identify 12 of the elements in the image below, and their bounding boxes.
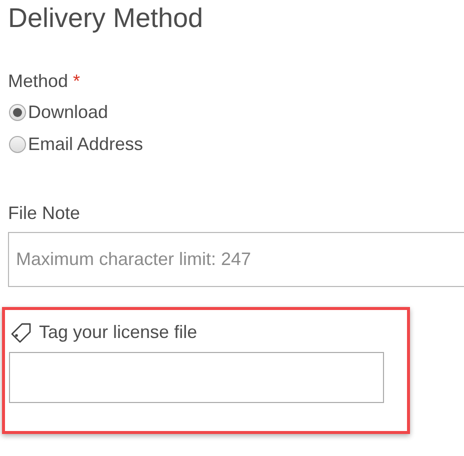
radio-label[interactable]: Email Address bbox=[28, 132, 144, 156]
radio-label[interactable]: Download bbox=[28, 100, 108, 124]
field-label: Tag your license file bbox=[39, 321, 198, 344]
field-label: File Note bbox=[8, 202, 82, 225]
required-mark: * bbox=[73, 70, 80, 93]
tag-icon bbox=[9, 321, 33, 343]
radio-button[interactable] bbox=[9, 104, 26, 120]
radio-button[interactable] bbox=[9, 136, 26, 152]
field-label: Method bbox=[8, 70, 68, 93]
tag-field[interactable] bbox=[9, 352, 384, 403]
section-title: Delivery Method bbox=[8, 2, 204, 35]
note-field[interactable]: Maximum character limit: 247 bbox=[8, 232, 464, 287]
